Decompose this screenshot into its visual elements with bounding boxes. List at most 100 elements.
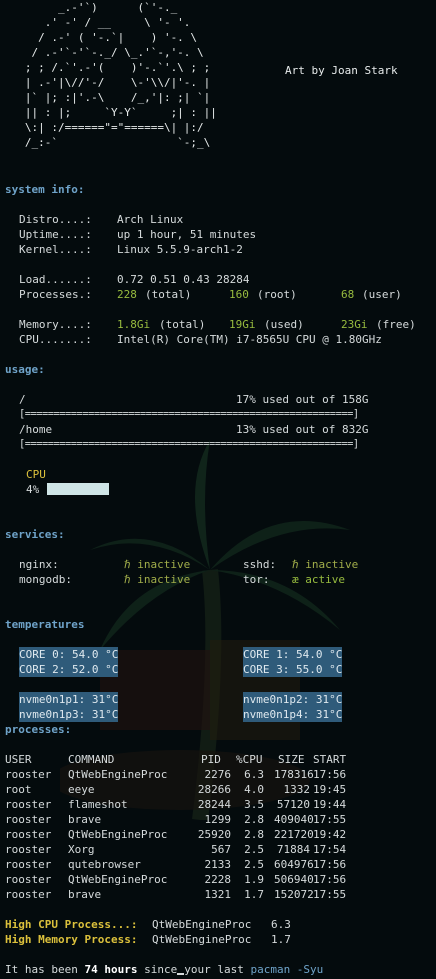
process-cell: 17:56	[313, 858, 347, 871]
service-state-mongodb: ℏ inactive	[124, 573, 191, 586]
disk-usage-bar: [=======================================…	[19, 408, 359, 420]
high-memory-value: 1.7	[271, 933, 291, 946]
cpu-usage-bar	[47, 482, 109, 497]
process-cell: 2.5	[244, 858, 264, 871]
process-cell: rooster	[5, 768, 52, 781]
process-cell: flameshot	[68, 798, 128, 811]
process-cell: 2.8	[244, 828, 264, 841]
process-cell: 25920	[197, 828, 231, 841]
ascii-art-line: /_:-` `-;_\	[5, 136, 211, 149]
high-memory-label: High Memory Process:	[5, 933, 138, 946]
process-cell: 409040	[274, 813, 314, 826]
process-cell: qutebrowser	[68, 858, 141, 871]
process-cell: 17:54	[313, 843, 347, 856]
process-cell: root	[5, 783, 32, 796]
process-cell: eeye	[68, 783, 95, 796]
processes-header: processes:	[5, 723, 72, 736]
core-temp: CORE 2: 52.0 °C	[19, 662, 119, 677]
proc-user-value: 68	[341, 288, 355, 301]
ascii-art-line: / .-' ( '-.`| ) '-. \	[5, 31, 198, 44]
service-name-sshd: sshd:	[243, 558, 277, 571]
core-temp: CORE 3: 55.0 °C	[243, 662, 343, 677]
process-cell: 17:56	[313, 768, 347, 781]
ascii-art-line: .' -' / __ \ '- '.	[5, 16, 191, 29]
cpu-label: CPU.......:	[19, 333, 92, 346]
process-cell: QtWebEngineProc	[68, 873, 168, 886]
disk-mount: /home	[19, 423, 53, 436]
process-cell: QtWebEngineProc	[68, 768, 168, 781]
memory-label: Memory....:	[19, 318, 92, 331]
process-cell: rooster	[5, 873, 52, 886]
process-cell: 17:55	[313, 813, 347, 826]
process-column-header: COMMAND	[68, 753, 115, 766]
terminal-window[interactable]: _.-'`) (`'-._ .' -' / __ \ '- '. / .-' (…	[0, 0, 436, 979]
usage-header: usage:	[5, 363, 45, 376]
nvme-temp: nvme0n1p4: 31°C	[243, 707, 343, 722]
mem-used-text: (used)	[264, 318, 304, 331]
process-cell: QtWebEngineProc	[68, 828, 168, 841]
process-cell: 28266	[197, 783, 231, 796]
process-cell: rooster	[5, 843, 52, 856]
reminder-prefix: It has been	[5, 963, 85, 976]
service-state-tor: æ active	[292, 573, 345, 586]
service-name-mongodb: mongodb:	[19, 573, 72, 586]
disk-summary: 13% used out of 832G	[236, 423, 369, 436]
ascii-art-line: || : |; `Y-Y` ;| : ||	[5, 106, 217, 119]
process-cell: 2133	[204, 858, 232, 871]
process-cell: Xorg	[68, 843, 95, 856]
mem-free-value: 23Gi	[341, 318, 368, 331]
process-cell: 17:56	[313, 873, 347, 886]
ascii-art-line: | .-'|\//'-/ \-'\\/|'-. |	[5, 76, 211, 89]
disk-usage-bar: [=======================================…	[19, 438, 359, 450]
reminder-middle: since	[137, 963, 178, 976]
temperatures-header: temperatures	[5, 618, 85, 631]
process-column-header: USER	[5, 753, 32, 766]
services-header: services:	[5, 528, 65, 541]
art-credit: Art by Joan Stark	[285, 64, 398, 77]
service-name-nginx: nginx:	[19, 558, 59, 571]
process-column-header: SIZE	[278, 753, 305, 766]
disk-mount: /	[19, 393, 26, 406]
hours-since-update: 74 hours	[84, 963, 138, 976]
mem-free-text: (free)	[376, 318, 416, 331]
ascii-art-line: |` |; :|'.-\ /_,'|: ;| `|	[5, 91, 211, 104]
process-column-header: PID	[201, 753, 221, 766]
process-cell: 604976	[274, 858, 314, 871]
mem-total-text: (total)	[159, 318, 206, 331]
process-cell: 1299	[204, 813, 232, 826]
process-cell: 1332	[283, 783, 311, 796]
process-cell: 2276	[204, 768, 232, 781]
core-temp: CORE 1: 54.0 °C	[243, 647, 343, 662]
kernel-value: Linux 5.5.9-arch1-2	[117, 243, 243, 256]
uptime-label: Uptime....:	[19, 228, 92, 241]
proc-user-text: (user)	[362, 288, 402, 301]
cpu-usage-percent: 4%	[26, 483, 40, 496]
load-label: Load......:	[19, 273, 92, 286]
process-cell: 28244	[197, 798, 231, 811]
process-cell: brave	[68, 888, 102, 901]
process-cell: 506940	[274, 873, 314, 886]
service-name-tor: tor:	[243, 573, 270, 586]
load-value: 0.72 0.51 0.43 28284	[117, 273, 250, 286]
process-cell: rooster	[5, 858, 52, 871]
high-cpu-value: 6.3	[271, 918, 291, 931]
nvme-temp: nvme0n1p2: 31°C	[243, 692, 343, 707]
process-cell: 3.5	[244, 798, 264, 811]
update-reminder: It has been 74 hours since your last pacm…	[5, 962, 323, 977]
proc-total-value: 228	[117, 288, 137, 301]
process-column-header: START	[313, 753, 347, 766]
process-cell: 57120	[276, 798, 310, 811]
distro-label: Distro....:	[19, 213, 92, 226]
process-cell: 19:44	[313, 798, 347, 811]
processes-label: Processes.:	[19, 288, 92, 301]
process-cell: 71884	[276, 843, 310, 856]
nvme-temp: nvme0n1p1: 31°C	[19, 692, 119, 707]
ascii-art-line: / .-'`-'`-._/ \_.'`-,'-. \	[5, 46, 204, 59]
service-state-sshd: ℏ inactive	[292, 558, 359, 571]
process-cell: 4.0	[244, 783, 264, 796]
high-cpu-name: QtWebEngineProc	[152, 918, 252, 931]
process-cell: 2.5	[244, 843, 264, 856]
process-cell: 17:55	[313, 888, 347, 901]
kernel-label: Kernel....:	[19, 243, 92, 256]
mem-total-value: 1.8Gi	[117, 318, 151, 331]
